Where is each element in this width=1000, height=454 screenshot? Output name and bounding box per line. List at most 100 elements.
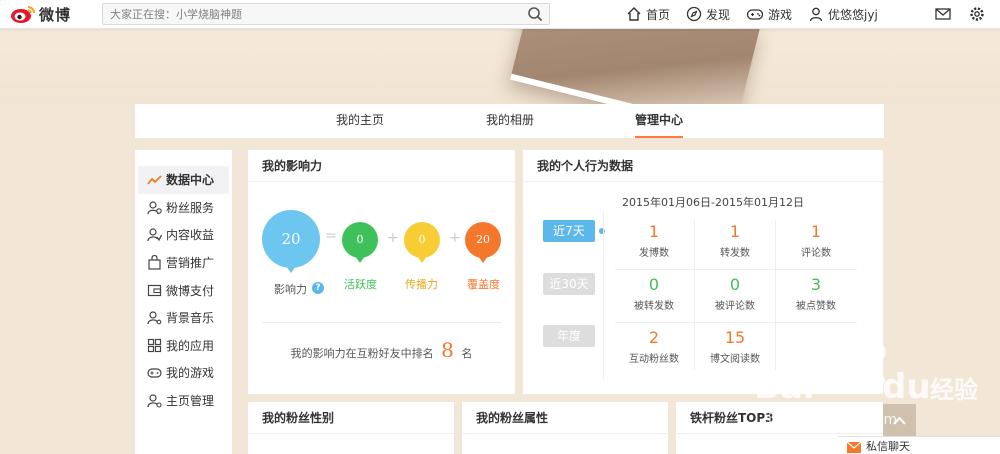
stat-reposted: 0 被转发数 <box>614 275 694 312</box>
top-nav-links: 首页 发现 游戏 优悠悠jyj <box>626 0 894 28</box>
stat-comments: 1 评论数 <box>776 222 856 259</box>
coverage-label: 覆盖度 <box>467 278 500 291</box>
help-icon[interactable]: ? <box>312 282 324 294</box>
tab-my-album[interactable]: 我的相册 <box>486 104 534 138</box>
fans-attributes-panel: 我的粉丝属性 <box>462 402 668 454</box>
sidebar-item-label: 我的游戏 <box>166 366 215 381</box>
bag-icon <box>148 255 161 270</box>
plus-sign: + <box>387 230 399 246</box>
timeline-line <box>603 212 604 380</box>
stat-reads: 15 博文阅读数 <box>695 328 775 365</box>
weibo-logo-icon <box>11 6 35 23</box>
mail-icon[interactable] <box>934 5 952 23</box>
nav-profile[interactable]: 优悠悠jyj <box>808 6 878 23</box>
nav-profile-label: 优悠悠jyj <box>828 7 878 22</box>
grid-divider <box>615 269 857 270</box>
search-icon[interactable] <box>527 6 543 22</box>
stat-value: 3 <box>810 275 822 294</box>
sidebar-item-my-games[interactable]: 我的游戏 <box>135 359 232 387</box>
sidebar-item-data-center[interactable]: 数据中心 <box>138 166 229 194</box>
sidebar-item-home-manage[interactable]: 主页管理 <box>135 387 232 415</box>
message-bar-label: 私信聊天 <box>866 440 910 453</box>
stat-label: 发博数 <box>639 248 669 259</box>
stat-value: 0 <box>648 275 660 294</box>
stat-value: 1 <box>648 222 660 241</box>
wallet-icon <box>147 284 162 296</box>
fans-gender-title: 我的粉丝性别 <box>248 402 454 434</box>
date-range: 2015年01月06日-2015年01月12日 <box>622 196 804 209</box>
top-navigation-bar: 微博 首页 发现 游戏 优悠悠jyj <box>0 0 1000 29</box>
behavior-title: 我的个人行为数据 <box>523 150 883 182</box>
activity-bubble: 0 <box>342 222 378 263</box>
weibo-logo[interactable]: 微博 <box>10 3 71 25</box>
stat-commented: 0 被评论数 <box>695 275 775 312</box>
brand-name: 微博 <box>39 5 72 24</box>
back-to-top-button[interactable] <box>883 404 916 440</box>
fans-attributes-title: 我的粉丝属性 <box>462 402 668 434</box>
admin-sidebar: 数据中心 粉丝服务 内容收益 营销推广 微博支付 背景音乐 我的应用 我的游戏 … <box>135 150 232 454</box>
gear-icon[interactable] <box>968 5 986 23</box>
private-message-bar[interactable]: 私信聊天 <box>838 436 1000 454</box>
user-settings-icon <box>147 394 162 408</box>
activity-label: 活跃度 <box>344 278 377 291</box>
fans-icon <box>147 201 162 215</box>
spread-label: 传播力 <box>405 278 438 291</box>
sidebar-item-weibo-pay[interactable]: 微博支付 <box>135 276 232 304</box>
tab-my-home[interactable]: 我的主页 <box>336 104 384 138</box>
apps-icon <box>147 338 162 352</box>
stat-label: 博文阅读数 <box>710 354 760 365</box>
search-box <box>102 3 550 25</box>
nav-games-label: 游戏 <box>768 7 793 22</box>
stat-label: 被转发数 <box>634 301 674 312</box>
sidebar-item-bg-music[interactable]: 背景音乐 <box>135 304 232 332</box>
sidebar-item-marketing[interactable]: 营销推广 <box>135 249 232 277</box>
profile-tabs: 我的主页 我的相册 管理中心 <box>135 104 884 138</box>
banner-photo <box>510 29 760 104</box>
stat-label: 转发数 <box>720 248 750 259</box>
sidebar-item-label: 数据中心 <box>166 173 215 188</box>
search-input[interactable] <box>103 4 503 24</box>
stat-value: 1 <box>810 222 822 241</box>
fans-gender-panel: 我的粉丝性别 <box>248 402 454 454</box>
rank-number: 8 <box>441 338 454 362</box>
sidebar-item-label: 背景音乐 <box>166 311 215 326</box>
sidebar-item-my-apps[interactable]: 我的应用 <box>135 332 232 360</box>
stat-liked: 3 被点赞数 <box>776 275 856 312</box>
grid-divider <box>615 322 857 323</box>
period-7days[interactable]: 近7天 <box>543 220 595 242</box>
sidebar-item-label: 粉丝服务 <box>166 200 215 215</box>
stat-label: 被点赞数 <box>796 301 836 312</box>
svg-text:du: du <box>882 367 931 407</box>
period-year[interactable]: 年度 <box>543 325 595 347</box>
stat-label: 被评论数 <box>715 301 755 312</box>
period-30days[interactable]: 近30天 <box>543 273 595 295</box>
coverage-bubble: 20 <box>465 222 501 263</box>
compass-icon <box>686 6 702 22</box>
envelope-icon <box>847 442 861 453</box>
influence-total-bubble: 20 <box>262 210 320 273</box>
trend-icon <box>147 175 162 185</box>
stat-label: 互动粉丝数 <box>629 354 679 365</box>
nav-discover-label: 发现 <box>706 7 731 22</box>
sidebar-item-content-income[interactable]: 内容收益 <box>135 221 232 249</box>
influence-panel: 我的影响力 20 = 0 + 0 + 20 影响力 ? 活跃度 传播力 覆盖度 … <box>248 150 515 394</box>
sidebar-item-fans-service[interactable]: 粉丝服务 <box>135 194 232 222</box>
nav-games[interactable]: 游戏 <box>746 6 792 23</box>
tab-admin-center[interactable]: 管理中心 <box>635 104 684 138</box>
sidebar-item-label: 微博支付 <box>166 283 215 298</box>
music-icon <box>147 311 162 325</box>
rank-prefix: 我的影响力在互粉好友中排名 <box>290 347 434 360</box>
stat-reposts: 1 转发数 <box>695 222 775 259</box>
behavior-panel: 我的个人行为数据 2015年01月06日-2015年01月12日 近7天 近30… <box>523 150 883 394</box>
controller-icon <box>147 368 162 379</box>
influence-rank: 我的影响力在互粉好友中排名 8 名 <box>248 338 515 362</box>
nav-home[interactable]: 首页 <box>626 6 670 23</box>
sidebar-item-label: 营销推广 <box>166 256 215 271</box>
plus-sign: + <box>449 230 461 246</box>
nav-discover[interactable]: 发现 <box>686 6 730 23</box>
home-icon <box>627 7 641 21</box>
user-icon <box>809 7 823 22</box>
arrow-up-icon <box>893 416 906 425</box>
income-icon <box>147 228 162 242</box>
profile-banner <box>0 29 1000 104</box>
